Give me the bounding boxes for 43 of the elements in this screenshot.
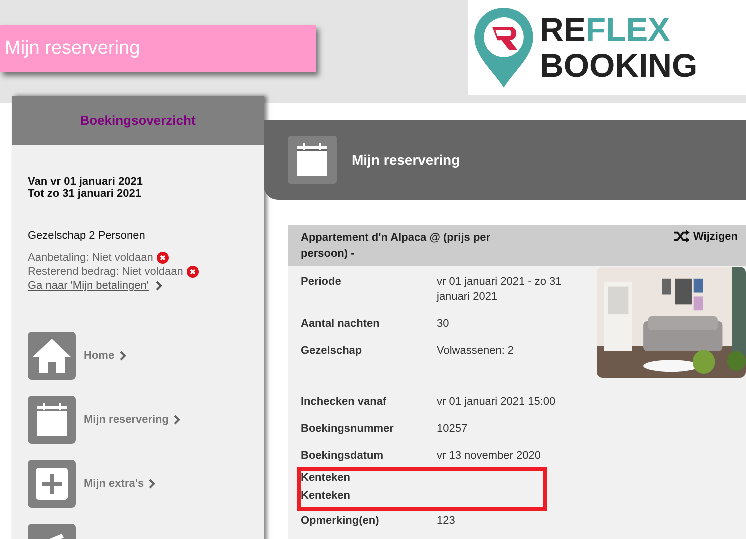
field-label: Periode bbox=[301, 275, 342, 290]
sidebar-title: Boekingsoverzicht bbox=[80, 113, 196, 128]
field-value: vr 01 januari 2021 15:00 bbox=[437, 395, 557, 410]
nav-link[interactable]: Mijn reservering bbox=[84, 414, 169, 426]
pin-icon bbox=[472, 6, 536, 90]
field-label: Aantal nachten bbox=[301, 317, 381, 332]
edit-button[interactable]: Wijzigen bbox=[673, 230, 738, 243]
field-label: Kenteken bbox=[301, 489, 352, 504]
field-label: Gezelschap bbox=[301, 344, 364, 359]
field-value: Volwassenen: 2 bbox=[437, 344, 516, 359]
logo-text: BOOKING bbox=[540, 48, 698, 84]
logo-text: RE bbox=[540, 10, 586, 48]
payments-link[interactable]: Ga naar 'Mijn betalingen' bbox=[28, 280, 149, 292]
field-value: 10257 bbox=[437, 422, 469, 437]
nav-link[interactable]: Mijn extra's bbox=[84, 478, 144, 490]
field-label: Boekingsnummer bbox=[301, 422, 395, 437]
party-text: Gezelschap 2 Personen bbox=[28, 230, 146, 242]
shuffle-icon bbox=[673, 230, 690, 243]
chevron-icon bbox=[172, 415, 181, 425]
plus-icon[interactable] bbox=[28, 460, 76, 508]
nav-link[interactable]: Home bbox=[84, 350, 115, 362]
field-label: Inchecken vanaf bbox=[301, 395, 388, 410]
field-value: vr 13 november 2020 bbox=[437, 449, 542, 464]
chevron-icon bbox=[148, 479, 156, 489]
field-label: Boekingsdatum bbox=[301, 449, 385, 464]
home-icon[interactable] bbox=[28, 332, 76, 380]
field-value: 123 bbox=[437, 514, 456, 529]
page-title: Mijn reservering bbox=[5, 38, 140, 60]
calendar-icon bbox=[288, 136, 337, 184]
field-label: Kenteken bbox=[301, 471, 352, 486]
field-label: Opmerking(en) bbox=[301, 514, 380, 529]
date-text: Tot zo 31 januari 2021 bbox=[28, 188, 143, 200]
chevron-icon bbox=[118, 351, 127, 361]
logo-text: FLEX bbox=[586, 10, 670, 48]
payment-status: Aanbetaling: Niet voldaan bbox=[28, 252, 154, 264]
section-title: Mijn reservering bbox=[352, 152, 460, 168]
date-text: Van vr 01 januari 2021 bbox=[28, 176, 144, 188]
field-value: vr 01 januari 2021 - zo 31 januari 2021 bbox=[437, 275, 563, 305]
chevron-icon bbox=[155, 281, 163, 291]
payment-status: Resterend bedrag: Niet voldaan bbox=[28, 266, 184, 278]
calendar-icon[interactable] bbox=[28, 396, 76, 444]
field-value: 30 bbox=[437, 317, 450, 332]
card-title: Appartement d'n Alpaca @ (prijs per persoon) - bbox=[301, 231, 492, 262]
